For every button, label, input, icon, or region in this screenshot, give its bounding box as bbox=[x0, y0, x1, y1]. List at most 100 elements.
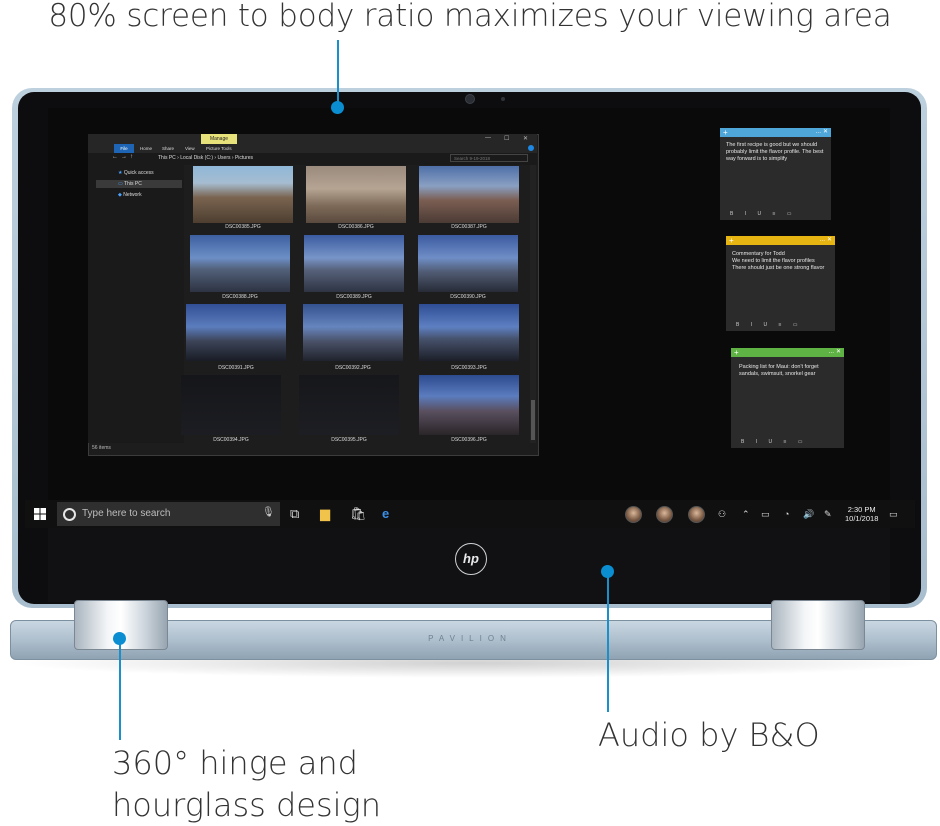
people-avatar[interactable] bbox=[688, 506, 705, 523]
note-header: + … ✕ bbox=[726, 236, 835, 245]
nav-network[interactable]: ◆ Network bbox=[118, 192, 142, 198]
clock-time: 2:30 PM bbox=[847, 505, 876, 514]
sticky-note[interactable]: + … ✕ Packing list for Maui: don't forget… bbox=[731, 348, 844, 448]
photo-thumbnail[interactable] bbox=[419, 375, 519, 435]
callout-screen-ratio: 80% screen to body ratio maximizes your … bbox=[48, 0, 892, 34]
note-text[interactable]: Commentary for Todd We need to limit the… bbox=[732, 251, 832, 272]
add-note-icon[interactable]: + bbox=[723, 128, 728, 137]
nav-label: This PC bbox=[124, 181, 142, 187]
add-note-icon[interactable]: + bbox=[729, 236, 734, 245]
callout-hinge: 360° hinge and hourglass design bbox=[112, 742, 381, 826]
callout-audio: Audio by B&O bbox=[598, 716, 820, 754]
taskbar-search-placeholder[interactable]: Type here to search bbox=[82, 506, 170, 522]
nav-this-pc[interactable]: ▭ This PC bbox=[118, 181, 142, 187]
file-name: DSC00390.JPG bbox=[450, 294, 486, 300]
wifi-icon[interactable]: ◔ bbox=[784, 509, 789, 519]
people-avatar[interactable] bbox=[656, 506, 673, 523]
note-menu-icons[interactable]: … ✕ bbox=[815, 128, 828, 137]
status-item-count: 56 items bbox=[92, 445, 111, 451]
nav-quick-access[interactable]: ★ Quick access bbox=[118, 170, 154, 176]
file-explorer-taskbar-icon[interactable]: ▆ bbox=[320, 505, 330, 523]
photo-thumbnail[interactable] bbox=[186, 304, 286, 361]
quick-access-toolbar[interactable] bbox=[113, 136, 143, 149]
tab-home[interactable]: Home bbox=[140, 144, 152, 153]
help-icon[interactable] bbox=[528, 145, 534, 151]
file-name: DSC00395.JPG bbox=[331, 437, 367, 443]
photo-thumbnail[interactable] bbox=[306, 166, 406, 223]
system-clock[interactable]: 2:30 PM 10/1/2018 bbox=[845, 505, 878, 523]
ribbon-tabs bbox=[88, 144, 537, 153]
minimize-icon[interactable]: — bbox=[485, 135, 491, 141]
note-format-toolbar[interactable]: B I U ≡ ▭ bbox=[741, 439, 808, 445]
photo-thumbnail[interactable] bbox=[419, 304, 519, 361]
breadcrumb[interactable]: This PC › Local Disk (C:) › Users › Pict… bbox=[158, 154, 253, 162]
callout-hinge-line2: hourglass design bbox=[112, 786, 381, 824]
microphone-icon[interactable]: 🎙 bbox=[262, 507, 275, 518]
windows-start-icon[interactable] bbox=[34, 508, 46, 520]
nav-arrows-icon[interactable]: ←→↑ bbox=[112, 154, 136, 160]
tab-view[interactable]: View bbox=[185, 144, 195, 153]
file-name: DSC00396.JPG bbox=[451, 437, 487, 443]
webcam bbox=[465, 94, 475, 104]
nav-label: Quick access bbox=[123, 170, 154, 176]
photo-thumbnail[interactable] bbox=[181, 375, 281, 435]
tab-share[interactable]: Share bbox=[162, 144, 174, 153]
note-text[interactable]: Packing list for Maui: don't forget sand… bbox=[739, 364, 839, 378]
hp-logo: hp bbox=[455, 543, 487, 575]
note-header: + … ✕ bbox=[731, 348, 844, 357]
action-center-icon[interactable]: ▭ bbox=[889, 509, 898, 520]
navigation-pane bbox=[88, 165, 184, 443]
file-name: DSC00388.JPG bbox=[222, 294, 258, 300]
leader-line-hinge bbox=[119, 637, 121, 740]
note-menu-icons[interactable]: … ✕ bbox=[828, 348, 841, 357]
manage-tab[interactable]: Manage bbox=[201, 134, 237, 144]
people-avatar[interactable] bbox=[625, 506, 642, 523]
edge-icon[interactable]: e bbox=[382, 505, 389, 523]
note-header: + … ✕ bbox=[720, 128, 831, 137]
callout-dot-audio bbox=[601, 565, 614, 578]
note-menu-icons[interactable]: … ✕ bbox=[819, 236, 832, 245]
camera-sensor bbox=[501, 97, 505, 101]
photo-thumbnail[interactable] bbox=[419, 166, 519, 223]
file-name: DSC00394.JPG bbox=[213, 437, 249, 443]
callout-hinge-line1: 360° hinge and bbox=[112, 744, 358, 782]
maximize-icon[interactable]: ☐ bbox=[504, 135, 509, 142]
note-text[interactable]: The first recipe is good but we should p… bbox=[726, 142, 826, 163]
file-name: DSC00389.JPG bbox=[336, 294, 372, 300]
pen-icon[interactable]: ✎ bbox=[824, 509, 832, 520]
tab-picture-tools[interactable]: Picture Tools bbox=[206, 144, 232, 153]
chevron-up-icon[interactable]: ⌃ bbox=[742, 509, 750, 520]
note-format-toolbar[interactable]: B I U ≡ ▭ bbox=[730, 211, 797, 217]
people-icon[interactable]: ⚇ bbox=[718, 509, 726, 520]
file-name: DSC00391.JPG bbox=[218, 365, 254, 371]
photo-thumbnail[interactable] bbox=[303, 304, 403, 361]
sticky-note[interactable]: + … ✕ Commentary for Todd We need to limi… bbox=[726, 236, 837, 331]
file-name: DSC00387.JPG bbox=[451, 224, 487, 230]
sticky-note[interactable]: + … ✕ The first recipe is good but we sho… bbox=[720, 128, 831, 220]
photo-thumbnail[interactable] bbox=[190, 235, 290, 292]
volume-icon[interactable]: 🔊 bbox=[803, 509, 814, 520]
add-note-icon[interactable]: + bbox=[734, 348, 739, 357]
leader-line-audio bbox=[607, 572, 609, 712]
close-icon[interactable]: ✕ bbox=[523, 135, 528, 142]
photo-thumbnail[interactable] bbox=[304, 235, 404, 292]
scrollbar-thumb[interactable] bbox=[531, 400, 535, 440]
file-name: DSC00386.JPG bbox=[338, 224, 374, 230]
tab-file[interactable]: File bbox=[114, 144, 134, 153]
store-icon[interactable]: 🛍 bbox=[350, 505, 367, 523]
photo-thumbnail[interactable] bbox=[418, 235, 518, 292]
file-name: DSC00385.JPG bbox=[225, 224, 261, 230]
note-format-toolbar[interactable]: B I U ≡ ▭ bbox=[736, 322, 803, 328]
callout-dot-top bbox=[331, 101, 344, 114]
photo-thumbnail[interactable] bbox=[193, 166, 293, 223]
photo-thumbnail[interactable] bbox=[299, 375, 399, 435]
explorer-search[interactable]: Search 9-19-2018 bbox=[450, 154, 528, 162]
cortana-icon[interactable] bbox=[63, 508, 76, 521]
battery-icon[interactable]: ▭ bbox=[761, 509, 770, 520]
file-name: DSC00392.JPG bbox=[335, 365, 371, 371]
nav-label: Network bbox=[123, 192, 142, 198]
file-name: DSC00393.JPG bbox=[451, 365, 487, 371]
explorer-titlebar bbox=[88, 134, 537, 144]
task-view-icon[interactable]: ⧉ bbox=[290, 505, 299, 523]
leader-line-top bbox=[337, 40, 339, 106]
